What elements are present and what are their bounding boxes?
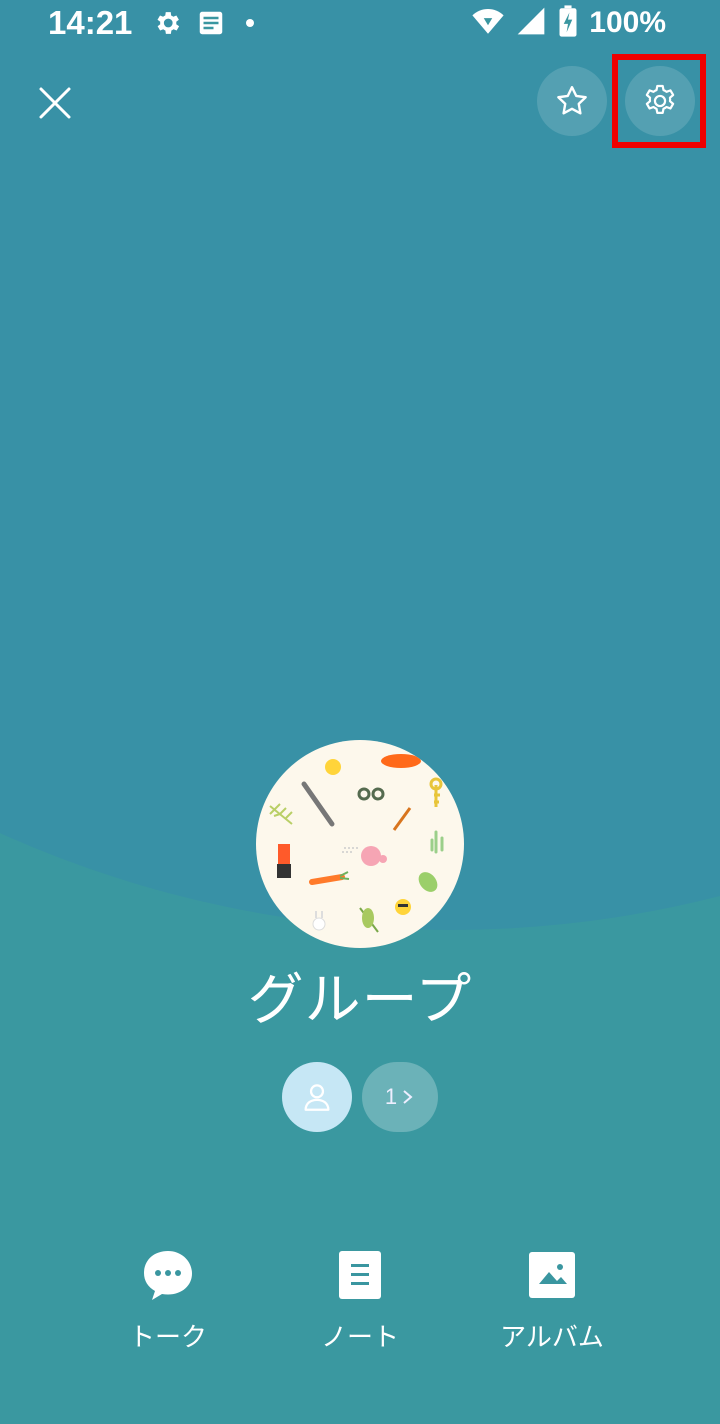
tab-note[interactable]: ノート [270,1245,450,1354]
album-icon [529,1252,575,1298]
status-time: 14:21 [48,4,133,41]
settings-button[interactable] [625,66,695,136]
group-name: グループ [247,968,473,1033]
group-avatar[interactable] [256,740,464,948]
star-icon [557,86,587,115]
person-icon [304,1084,330,1111]
close-icon [39,87,71,119]
battery-percent: 100% [589,6,666,39]
members-button[interactable] [282,1062,352,1132]
member-count-button[interactable]: 1 [362,1062,438,1132]
wifi-icon [471,4,505,42]
avatar-pattern-image [269,754,444,933]
chat-bubble-icon [144,1251,192,1300]
signal-icon [515,5,547,41]
tab-talk[interactable]: トーク [78,1245,258,1354]
favorite-button[interactable] [537,66,607,136]
settings-status-icon [152,8,182,42]
tab-album[interactable]: アルバム [462,1245,642,1354]
note-icon [339,1251,381,1299]
battery-icon [557,4,579,42]
tab-label: アルバム [500,1323,604,1353]
message-status-icon [196,8,226,42]
status-bar: 14:21 100% [0,0,720,48]
tab-label: トーク [128,1323,207,1353]
close-button[interactable] [30,78,80,128]
dot-status-icon [240,13,260,37]
background [0,0,720,1424]
member-count: 1 [384,1084,398,1109]
tab-label: ノート [320,1323,399,1353]
gear-icon [645,84,675,114]
chevron-right-icon [403,1090,413,1104]
